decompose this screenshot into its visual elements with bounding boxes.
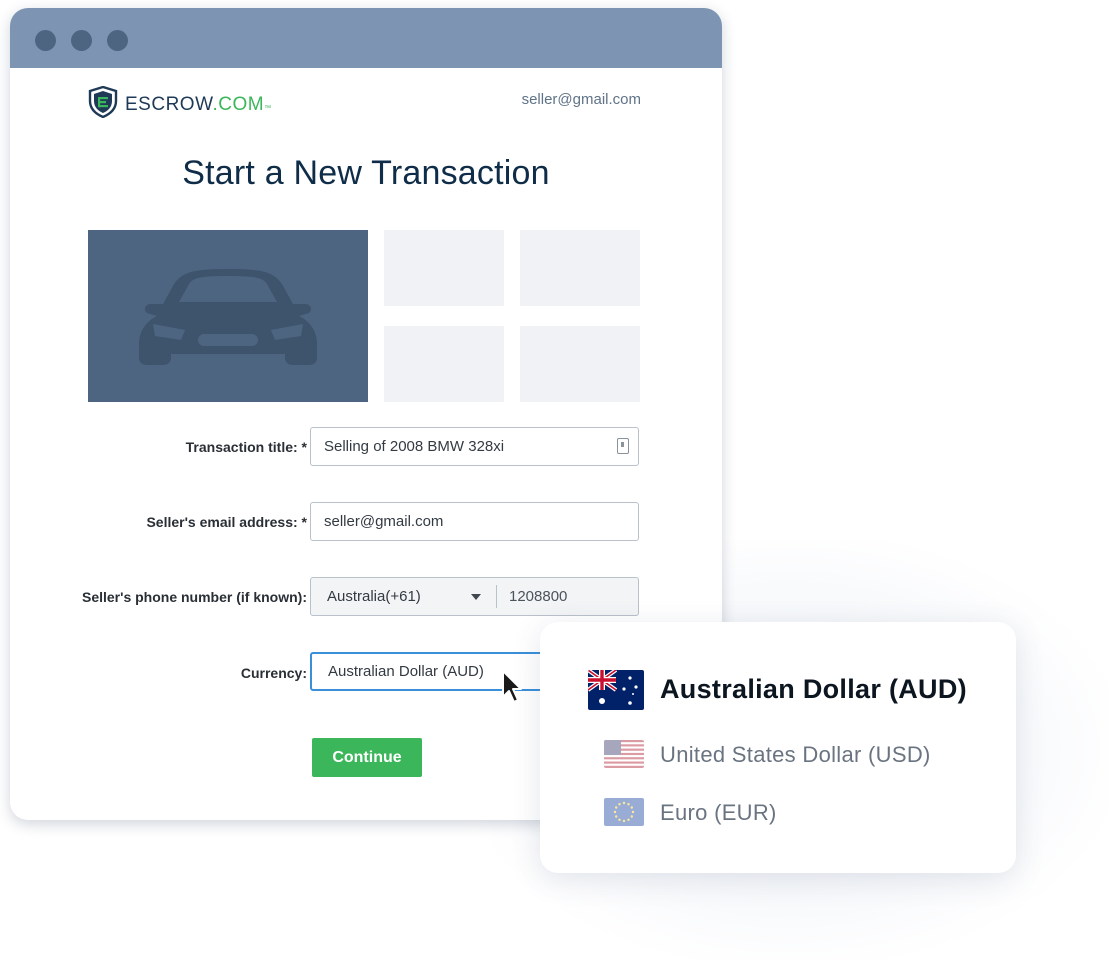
seller-email-value: seller@gmail.com: [324, 513, 444, 530]
photo-thumbnail[interactable]: [384, 326, 504, 402]
escrow-logo[interactable]: ESCROW.COM™: [88, 85, 272, 123]
main-photo-placeholder[interactable]: [88, 230, 368, 402]
window-close-dot[interactable]: [35, 30, 56, 51]
user-email[interactable]: seller@gmail.com: [490, 91, 641, 108]
currency-option-label: United States Dollar (USD): [660, 742, 931, 767]
contact-card-icon[interactable]: [617, 438, 629, 454]
transaction-title-value: Selling of 2008 BMW 328xi: [324, 438, 505, 455]
car-icon: [139, 269, 317, 365]
window-titlebar: [10, 8, 722, 68]
currency-label: Currency:: [240, 665, 307, 681]
us-flag-icon: [604, 740, 644, 768]
window-maximize-dot[interactable]: [107, 30, 128, 51]
phone-divider: [496, 585, 497, 608]
transaction-title-label: Transaction title: *: [185, 439, 307, 455]
continue-button[interactable]: Continue: [312, 738, 422, 777]
escrow-shield-icon: [88, 85, 118, 123]
eu-flag-icon: [604, 798, 644, 826]
phone-country-select[interactable]: Australia(+61): [327, 578, 421, 615]
photo-thumbnail[interactable]: [520, 230, 640, 306]
currency-dropdown: Australian Dollar (AUD) United States Do…: [540, 622, 1016, 873]
seller-email-input[interactable]: seller@gmail.com: [310, 502, 639, 541]
page-title: Start a New Transaction: [182, 154, 550, 192]
photo-thumbnail[interactable]: [384, 230, 504, 306]
seller-phone-input[interactable]: Australia(+61) 1208800: [310, 577, 639, 616]
currency-option-label: Euro (EUR): [660, 800, 777, 825]
chevron-down-icon[interactable]: [471, 594, 481, 600]
seller-phone-label: Seller's phone number (if known):: [81, 589, 307, 605]
transaction-title-input[interactable]: Selling of 2008 BMW 328xi: [310, 427, 639, 466]
logo-wordmark: ESCROW.COM™: [125, 93, 272, 115]
phone-number-value[interactable]: 1208800: [509, 578, 567, 615]
currency-select-value: Australian Dollar (AUD): [328, 663, 484, 680]
window-minimize-dot[interactable]: [71, 30, 92, 51]
australia-flag-icon: [588, 670, 644, 710]
mouse-pointer-icon: [502, 670, 522, 703]
currency-option-label: Australian Dollar (AUD): [660, 674, 967, 704]
seller-email-label: Seller's email address: *: [146, 514, 307, 530]
photo-thumbnail[interactable]: [520, 326, 640, 402]
